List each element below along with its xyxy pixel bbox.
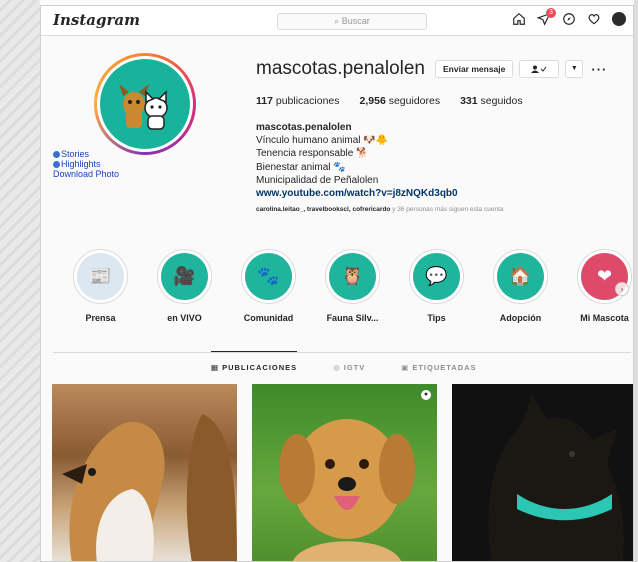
top-nav-bar: Instagram ⌕ Buscar 3	[41, 6, 633, 36]
highlight-cover: 🦉	[329, 253, 376, 300]
tab-igtv[interactable]: ◎ IGTV	[333, 352, 365, 376]
profile-stats: 117 publicaciones 2,956 seguidores 331 s…	[256, 95, 626, 107]
chevron-down-icon: ▼	[570, 65, 578, 72]
highlight-item[interactable]: 🦉 Fauna Silv...	[325, 249, 380, 323]
bio-line: Tenencia responsable 🐕	[256, 148, 369, 160]
extension-links: Stories Highlights Download Photo	[53, 149, 119, 179]
direct-messages-icon[interactable]: 3	[536, 8, 556, 27]
tab-publicaciones[interactable]: ▦ PUBLICACIONES	[211, 351, 298, 375]
profile-info: mascotas.penalolen Enviar mensaje ▼ ··· …	[256, 58, 626, 213]
bio-name: mascotas.penalolen	[256, 122, 352, 133]
highlight-item[interactable]: 🎥 en VIVO	[157, 249, 212, 323]
suggestions-dropdown-button[interactable]: ▼	[565, 60, 584, 78]
video-icon: ●	[421, 390, 431, 400]
story-highlights: 📰 Prensa 🎥 en VIVO 🐾 Comunidad 🦉 Fauna S…	[73, 249, 632, 323]
followers-stat[interactable]: 2,956 seguidores	[360, 95, 441, 107]
igtv-icon: ◎	[333, 363, 341, 372]
following-button[interactable]	[519, 60, 560, 78]
browser-window: Instagram ⌕ Buscar 3 Stories Highlights …	[40, 5, 634, 562]
highlight-item[interactable]: 🐾 Comunidad	[241, 249, 296, 323]
followed-by-text[interactable]: carolina.leitao_, travelbookscl, cofreri…	[256, 206, 626, 213]
highlight-item[interactable]: 📰 Prensa	[73, 249, 128, 323]
highlight-label: Prensa	[85, 313, 116, 323]
highlights-next-arrow[interactable]: ›	[615, 282, 629, 296]
search-icon: ⌕	[334, 16, 342, 26]
bio-line: Vínculo humano animal 🐶🐥	[256, 135, 389, 147]
publications-stat: 117 publicaciones	[256, 95, 340, 107]
highlights-link[interactable]: Highlights	[53, 159, 119, 169]
download-photo-link[interactable]: Download Photo	[53, 169, 119, 179]
highlight-item[interactable]: 💬 Tips	[409, 249, 464, 323]
profile-avatar-icon[interactable]	[611, 11, 627, 27]
tagged-icon: ▣	[401, 363, 410, 372]
desktop-background-right	[634, 0, 638, 562]
search-placeholder: Buscar	[341, 16, 370, 26]
heart-icon[interactable]	[586, 11, 602, 27]
download-icon	[53, 151, 60, 158]
highlight-label: Adopción	[499, 313, 542, 323]
home-icon[interactable]	[511, 11, 527, 27]
notification-badge: 3	[546, 8, 556, 18]
highlight-cover: 🐾	[245, 253, 292, 300]
post-thumbnail-golden-retriever[interactable]: ●	[252, 384, 437, 561]
instagram-logo[interactable]: Instagram	[53, 11, 140, 29]
stories-link[interactable]: Stories	[53, 149, 119, 159]
highlight-label: Mi Mascota	[580, 313, 629, 323]
tab-etiquetadas[interactable]: ▣ ETIQUETADAS	[401, 352, 476, 376]
search-input[interactable]: ⌕ Buscar	[277, 13, 427, 30]
download-icon	[53, 161, 60, 168]
highlight-label: Fauna Silv...	[326, 313, 379, 323]
highlight-item[interactable]: 🏠 Adopción	[493, 249, 548, 323]
following-stat[interactable]: 331 seguidos	[460, 95, 522, 107]
send-message-button[interactable]: Enviar mensaje	[435, 60, 514, 78]
desktop-background	[0, 0, 40, 562]
bio-line: Bienestar animal 🐾	[256, 161, 346, 173]
highlight-cover: 📰	[77, 253, 124, 300]
grid-icon: ▦	[211, 363, 220, 372]
profile-username: mascotas.penalolen	[256, 58, 425, 79]
profile-tabs: ▦ PUBLICACIONES ◎ IGTV ▣ ETIQUETADAS	[211, 351, 477, 376]
bio-link[interactable]: www.youtube.com/watch?v=j8zNQKd3qb0	[256, 187, 626, 200]
highlight-cover: 🏠	[497, 253, 544, 300]
profile-avatar[interactable]	[94, 53, 196, 155]
posts-grid: ●	[52, 384, 633, 561]
highlight-label: Comunidad	[243, 313, 294, 323]
highlight-cover: 🎥	[161, 253, 208, 300]
highlight-label: en VIVO	[167, 313, 202, 323]
explore-icon[interactable]	[561, 11, 577, 27]
nav-icons: 3	[511, 8, 627, 27]
profile-bio: mascotas.penalolen Vínculo humano animal…	[256, 121, 626, 200]
highlight-cover: 💬	[413, 253, 460, 300]
profile-title-row: mascotas.penalolen Enviar mensaje ▼ ···	[256, 58, 626, 80]
highlight-label: Tips	[427, 313, 446, 323]
bio-line: Municipalidad de Peñalolen	[256, 174, 379, 186]
dog-and-cat-logo	[100, 59, 190, 149]
more-options-icon[interactable]: ···	[591, 62, 607, 77]
post-thumbnail-collie[interactable]	[52, 384, 237, 561]
user-check-icon	[531, 65, 547, 73]
post-thumbnail-black-cat[interactable]	[452, 384, 633, 561]
